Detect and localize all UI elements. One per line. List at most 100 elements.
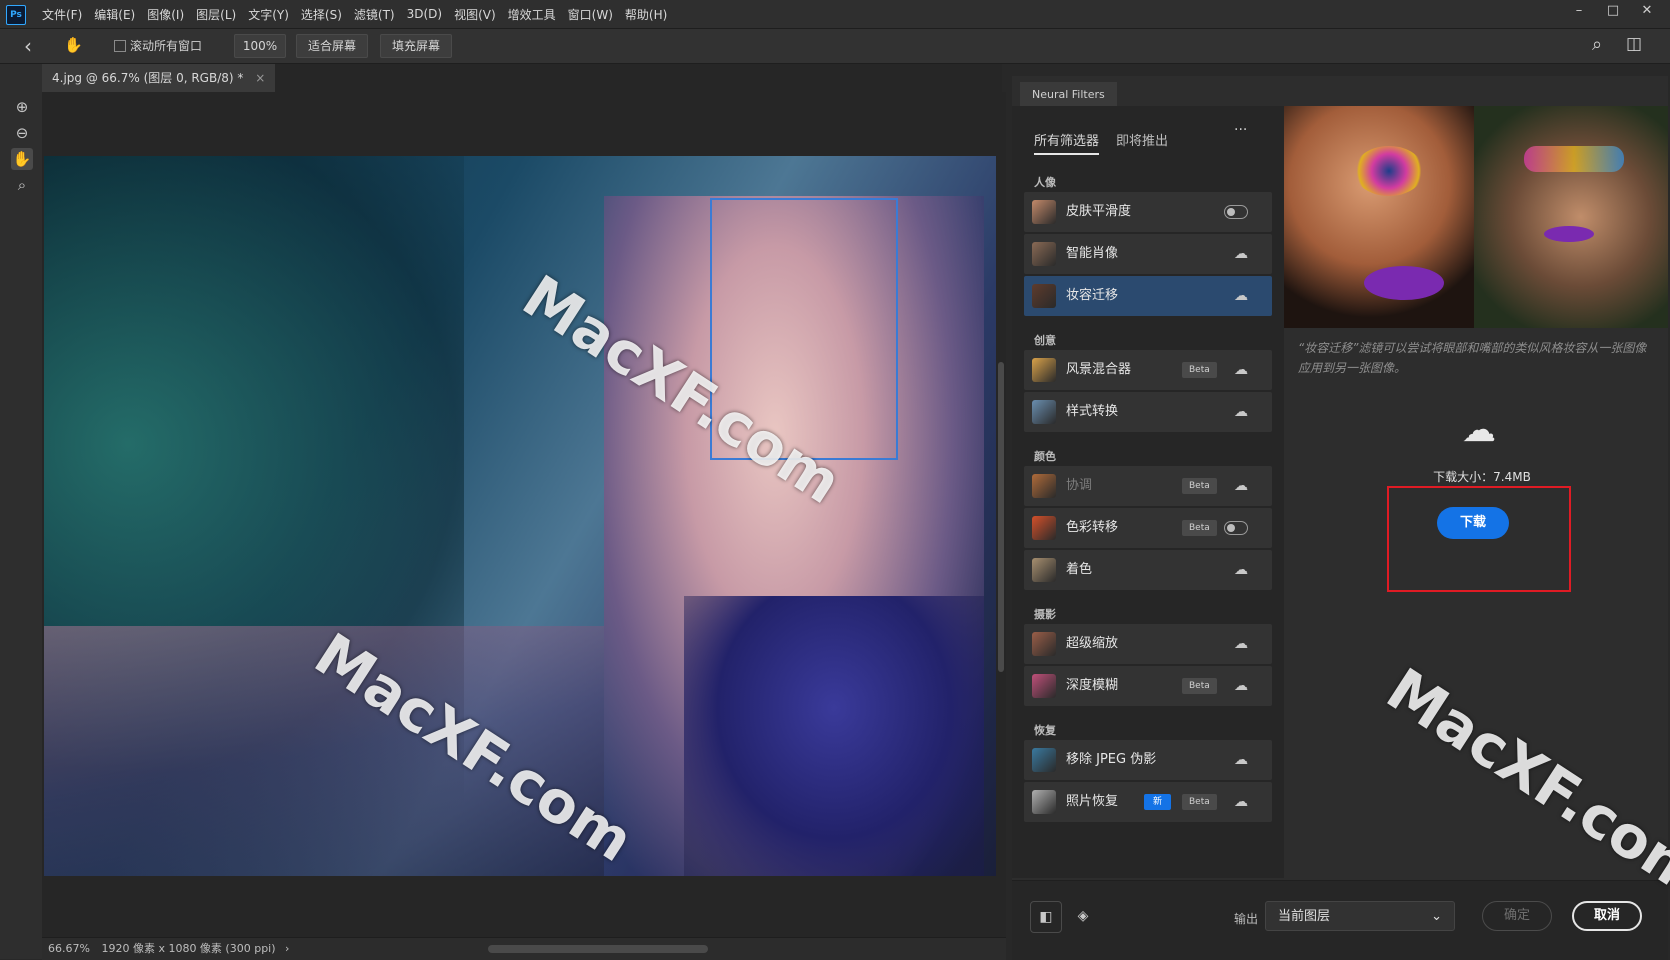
filter-row[interactable]: 超级缩放 ☁ <box>1024 624 1272 664</box>
menu-items: 文件(F) 编辑(E) 图像(I) 图层(L) 文字(Y) 选择(S) 滤镜(T) 3D(D)… <box>36 0 673 28</box>
filter-row[interactable]: 协调 Beta ☁ <box>1024 466 1272 506</box>
back-icon[interactable]: ‹ <box>24 34 32 58</box>
filter-thumbnail <box>1032 242 1056 266</box>
filter-row[interactable]: 照片恢复 新 Beta ☁ <box>1024 782 1272 822</box>
filter-row[interactable]: 样式转换 ☁ <box>1024 392 1272 432</box>
menu-item[interactable]: 选择(S) <box>295 6 348 23</box>
tools-panel: ⊕ ⊖ ✋ ⌕ <box>0 64 43 959</box>
zoom-100-field[interactable]: 100% <box>234 34 286 58</box>
chevron-down-icon: ⌄ <box>1431 909 1442 924</box>
ok-button[interactable]: 确定 <box>1482 901 1552 931</box>
filter-label: 皮肤平滑度 <box>1066 204 1132 219</box>
filter-label: 照片恢复 <box>1066 794 1119 809</box>
menu-bar: Ps 文件(F) 编辑(E) 图像(I) 图层(L) 文字(Y) 选择(S) 滤镜(T) 3D… <box>0 0 1670 29</box>
scroll-all-checkbox[interactable] <box>114 40 126 52</box>
zoom-icon[interactable]: ⌕ <box>11 174 33 196</box>
cloud-download-icon[interactable]: ☁ <box>1232 793 1250 811</box>
cloud-download-icon: ☁ <box>1462 410 1496 450</box>
transferred-eye-makeup <box>1524 146 1624 172</box>
transferred-lips <box>1544 226 1594 242</box>
maximize-icon[interactable]: □ <box>1596 0 1630 22</box>
cloud-download-icon[interactable]: ☁ <box>1232 287 1250 305</box>
menu-item[interactable]: 编辑(E) <box>88 6 141 23</box>
zoom-out-icon[interactable]: ⊖ <box>11 122 33 144</box>
download-highlight-box <box>1387 486 1571 592</box>
menu-item[interactable]: 图像(I) <box>141 6 190 23</box>
filter-label: 协调 <box>1066 478 1093 493</box>
filter-row[interactable]: 风景混合器 Beta ☁ <box>1024 350 1272 390</box>
cloud-download-icon[interactable]: ☁ <box>1232 635 1250 653</box>
compare-view-icon[interactable]: ◧ <box>1030 901 1062 933</box>
preview-image <box>1284 106 1668 328</box>
hand-icon[interactable]: ✋ <box>11 148 33 170</box>
beta-badge: Beta <box>1182 520 1217 536</box>
preview-makeup-reference <box>1284 106 1474 328</box>
filter-toggle[interactable] <box>1224 521 1248 535</box>
zoom-in-icon[interactable]: ⊕ <box>11 96 33 118</box>
filter-label: 风景混合器 <box>1066 362 1132 377</box>
menu-item[interactable]: 文件(F) <box>36 6 88 23</box>
filter-thumbnail <box>1032 200 1056 224</box>
fit-screen-button[interactable]: 适合屏幕 <box>296 34 368 58</box>
filter-thumbnail <box>1032 790 1056 814</box>
filter-toggle[interactable] <box>1224 205 1248 219</box>
cloud-download-icon[interactable]: ☁ <box>1232 751 1250 769</box>
cloud-download-icon[interactable]: ☁ <box>1232 361 1250 379</box>
close-window-icon[interactable]: ✕ <box>1630 0 1664 22</box>
filter-rows: 人像 皮肤平滑度 智能肖像 ☁ 妆容迁移 ☁ 创意 风景混合器 Beta ☁ 样式转换 ☁ 颜色 协调 Be… <box>1012 106 1284 878</box>
cloud-download-icon[interactable]: ☁ <box>1232 677 1250 695</box>
minimize-icon[interactable]: – <box>1562 0 1596 22</box>
filter-thumbnail <box>1032 748 1056 772</box>
purple-lips <box>1364 266 1444 300</box>
status-bar: 66.67% 1920 像素 x 1080 像素 (300 ppi) › <box>42 937 1006 960</box>
document-tab[interactable]: 4.jpg @ 66.7% (图层 0, RGB/8) * × <box>42 64 276 92</box>
filter-row[interactable]: 智能肖像 ☁ <box>1024 234 1272 274</box>
filter-label: 样式转换 <box>1066 404 1119 419</box>
filter-label: 妆容迁移 <box>1066 288 1119 303</box>
menu-item[interactable]: 文字(Y) <box>242 6 295 23</box>
search-icon[interactable]: ⌕ <box>1592 34 1602 55</box>
filter-row[interactable]: 妆容迁移 ☁ <box>1024 276 1272 316</box>
menu-item[interactable]: 增效工具 <box>502 6 562 23</box>
menu-item[interactable]: 帮助(H) <box>619 6 673 23</box>
close-tab-icon[interactable]: × <box>255 71 265 85</box>
filter-row[interactable]: 皮肤平滑度 <box>1024 192 1272 232</box>
cancel-button[interactable]: 取消 <box>1572 901 1642 931</box>
download-button[interactable]: 下载 <box>1437 507 1509 539</box>
menu-item[interactable]: 窗口(W) <box>562 6 619 23</box>
filter-thumbnail <box>1032 474 1056 498</box>
cloud-download-icon[interactable]: ☁ <box>1232 477 1250 495</box>
beta-badge: Beta <box>1182 362 1217 378</box>
beta-badge: Beta <box>1182 794 1217 810</box>
cloud-download-icon[interactable]: ☁ <box>1232 245 1250 263</box>
menu-item[interactable]: 视图(V) <box>448 6 502 23</box>
menu-item[interactable]: 图层(L) <box>190 6 242 23</box>
category-heading: 摄影 <box>1034 608 1056 621</box>
vertical-scrollbar[interactable] <box>996 92 1006 937</box>
filter-row[interactable]: 深度模糊 Beta ☁ <box>1024 666 1272 706</box>
filter-thumbnail <box>1032 558 1056 582</box>
filter-row[interactable]: 着色 ☁ <box>1024 550 1272 590</box>
filter-row[interactable]: 移除 JPEG 伪影 ☁ <box>1024 740 1272 780</box>
category-heading: 创意 <box>1034 334 1056 347</box>
status-arrow-icon[interactable]: › <box>285 942 289 955</box>
vertical-scroll-thumb[interactable] <box>998 362 1004 672</box>
filter-thumbnail <box>1032 400 1056 424</box>
beta-badge: Beta <box>1182 478 1217 494</box>
download-size: 下载大小：7.4MB <box>1433 470 1531 484</box>
workspace-icon[interactable]: ◫ <box>1626 34 1642 54</box>
category-heading: 人像 <box>1034 176 1056 189</box>
neural-filters-tab[interactable]: Neural Filters <box>1020 82 1117 108</box>
cloud-download-icon[interactable]: ☁ <box>1232 403 1250 421</box>
filter-list: 所有筛选器 即将推出 ··· 人像 皮肤平滑度 智能肖像 ☁ 妆容迁移 ☁ 创意 风景混合器 B… <box>1012 106 1284 878</box>
fill-screen-button[interactable]: 填充屏幕 <box>380 34 452 58</box>
output-select[interactable]: 当前图层 ⌄ <box>1265 901 1455 931</box>
cloud-download-icon[interactable]: ☁ <box>1232 561 1250 579</box>
preview-result <box>1474 106 1668 328</box>
filter-row[interactable]: 色彩转移 Beta <box>1024 508 1272 548</box>
layers-preview-icon[interactable]: ◈ <box>1068 901 1098 931</box>
neural-filters-footer: ◧ ◈ 输出 当前图层 ⌄ 确定 取消 <box>1012 880 1668 960</box>
menu-item[interactable]: 滤镜(T) <box>348 6 401 23</box>
menu-item[interactable]: 3D(D) <box>401 7 448 21</box>
horizontal-scroll-thumb[interactable] <box>488 945 708 953</box>
